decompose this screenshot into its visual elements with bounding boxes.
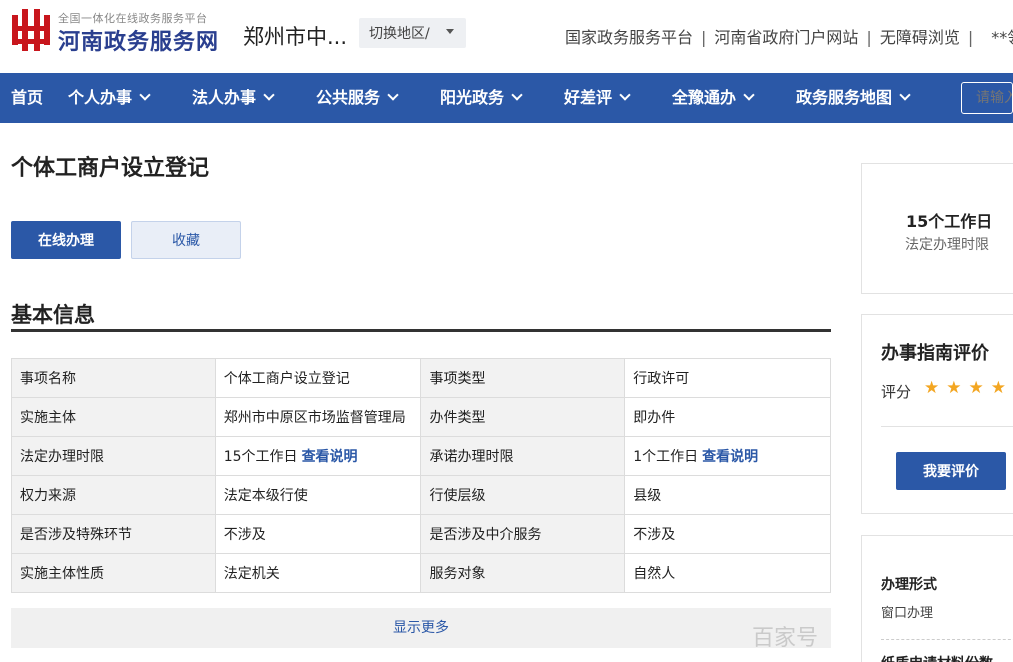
- handling-form-title: 办理形式: [881, 577, 937, 593]
- table-key: 实施主体: [11, 397, 216, 437]
- search-input[interactable]: [961, 82, 1013, 114]
- table-row: 权力来源 法定本级行使 行使层级 县级: [11, 475, 831, 515]
- table-row: 是否涉及特殊环节 不涉及 是否涉及中介服务 不涉及: [11, 514, 831, 554]
- current-city: 郑州市中...: [243, 25, 348, 49]
- table-row: 实施主体 郑州市中原区市场监督管理局 办件类型 即办件: [11, 397, 831, 437]
- table-key: 办件类型: [420, 397, 626, 437]
- link-province-portal[interactable]: 河南省政府门户网站: [714, 28, 858, 47]
- table-key: 行使层级: [420, 475, 626, 515]
- view-note-link[interactable]: 查看说明: [702, 449, 758, 465]
- time-limit-value: 15个工作日: [906, 212, 993, 231]
- star-rating-icon: ★★★★: [924, 378, 1013, 398]
- chevron-down-icon: [511, 89, 523, 101]
- table-key: 承诺办理时限: [420, 436, 626, 476]
- time-limit-label: 法定办理时限: [905, 237, 989, 253]
- section-title: 基本信息: [11, 303, 95, 327]
- chevron-down-icon: [387, 89, 399, 101]
- online-apply-button[interactable]: 在线办理: [11, 221, 121, 259]
- table-value: 行政许可: [624, 358, 831, 398]
- page-title: 个体工商户设立登记: [11, 156, 210, 181]
- table-key: 服务对象: [420, 553, 626, 593]
- main-nav: 首页 个人办事 法人办事 公共服务 阳光政务 好差评 全豫通办 政务服务地图: [0, 73, 1013, 123]
- table-value: 法定本级行使: [214, 475, 422, 515]
- table-key: 法定办理时限: [11, 436, 216, 476]
- nav-public-service[interactable]: 公共服务: [316, 73, 399, 123]
- table-value: 即办件: [624, 397, 831, 437]
- show-more-button[interactable]: 显示更多: [11, 608, 831, 648]
- link-separator: |: [967, 28, 974, 47]
- site-header: 全国一体化在线政务服务平台 河南政务服务网 郑州市中... 切换地区/ 国家政务…: [0, 0, 1013, 73]
- user-link[interactable]: **领: [991, 28, 1013, 47]
- table-key: 事项名称: [11, 358, 216, 398]
- table-value: 1个工作日 查看说明: [624, 436, 831, 476]
- chevron-down-icon: [743, 89, 755, 101]
- watermark: 百家号: [752, 626, 819, 651]
- switch-region-dropdown[interactable]: 切换地区/: [359, 18, 466, 48]
- switch-region-label: 切换地区/: [369, 26, 430, 42]
- table-value: 县级: [624, 475, 831, 515]
- card-divider: [881, 639, 1013, 640]
- nav-home[interactable]: 首页: [11, 73, 43, 123]
- basic-info-table: 事项名称 个体工商户设立登记 事项类型 行政许可 实施主体 郑州市中原区市场监督…: [11, 358, 831, 593]
- chevron-down-icon: [139, 89, 151, 101]
- rate-button[interactable]: 我要评价: [896, 452, 1006, 490]
- table-key: 事项类型: [420, 358, 626, 398]
- rating-label: 评分: [881, 383, 912, 401]
- nav-province-wide[interactable]: 全豫通办: [672, 73, 755, 123]
- table-key: 权力来源: [11, 475, 216, 515]
- nav-label: 全豫通办: [672, 88, 737, 107]
- nav-label: 政务服务地图: [796, 88, 893, 107]
- handling-form-value: 窗口办理: [881, 606, 934, 621]
- link-accessibility[interactable]: 无障碍浏览: [880, 28, 960, 47]
- value-text: 15个工作日: [223, 449, 298, 465]
- table-value: 郑州市中原区市场监督管理局: [214, 397, 422, 437]
- link-separator: |: [701, 28, 707, 47]
- caret-down-icon: [446, 29, 454, 34]
- paper-materials-title: 纸质申请材料份数: [881, 653, 993, 662]
- nav-label: 好差评: [564, 88, 613, 107]
- rating-title: 办事指南评价: [881, 343, 989, 364]
- table-value: 不涉及: [624, 514, 831, 554]
- table-value: 个体工商户设立登记: [214, 358, 422, 398]
- nav-personal[interactable]: 个人办事: [68, 73, 151, 123]
- table-row: 法定办理时限 15个工作日 查看说明 承诺办理时限 1个工作日 查看说明: [11, 436, 831, 476]
- table-key: 实施主体性质: [11, 553, 216, 593]
- table-key: 是否涉及中介服务: [420, 514, 626, 554]
- nav-label: 阳光政务: [440, 88, 505, 107]
- nav-label: 个人办事: [68, 88, 133, 107]
- chevron-down-icon: [263, 89, 275, 101]
- logo-title[interactable]: 河南政务服务网: [58, 24, 219, 56]
- henan-logo-icon[interactable]: [12, 9, 50, 51]
- time-limit-card: 15个工作日 法定办理时限: [861, 163, 1013, 294]
- view-note-link[interactable]: 查看说明: [302, 449, 358, 465]
- value-text: 1个工作日: [633, 449, 699, 465]
- section-divider: [11, 329, 831, 332]
- table-value: 15个工作日 查看说明: [214, 436, 422, 476]
- table-row: 事项名称 个体工商户设立登记 事项类型 行政许可: [11, 358, 831, 398]
- chevron-down-icon: [619, 89, 631, 101]
- link-national-platform[interactable]: 国家政务服务平台: [565, 28, 693, 47]
- rating-card: 办事指南评价 评分 ★★★★ 我要评价: [861, 314, 1013, 514]
- table-value: 自然人: [624, 553, 831, 593]
- table-row: 实施主体性质 法定机关 服务对象 自然人: [11, 553, 831, 593]
- top-links: 国家政务服务平台 | 河南省政府门户网站 | 无障碍浏览 | **领: [565, 24, 1013, 48]
- collect-button[interactable]: 收藏: [131, 221, 241, 259]
- nav-service-map[interactable]: 政务服务地图: [796, 73, 911, 123]
- nav-label: 法人办事: [192, 88, 257, 107]
- card-divider: [881, 426, 1013, 427]
- handling-form-card: 办理形式 窗口办理 纸质申请材料份数: [861, 535, 1013, 662]
- chevron-down-icon: [899, 89, 911, 101]
- table-key: 是否涉及特殊环节: [11, 514, 216, 554]
- table-value: 法定机关: [214, 553, 422, 593]
- link-separator: |: [866, 28, 872, 47]
- nav-open-government[interactable]: 阳光政务: [440, 73, 523, 123]
- nav-label: 公共服务: [316, 88, 381, 107]
- nav-legal-person[interactable]: 法人办事: [192, 73, 275, 123]
- nav-evaluation[interactable]: 好差评: [564, 73, 631, 123]
- nav-label: 首页: [11, 88, 44, 107]
- table-value: 不涉及: [214, 514, 422, 554]
